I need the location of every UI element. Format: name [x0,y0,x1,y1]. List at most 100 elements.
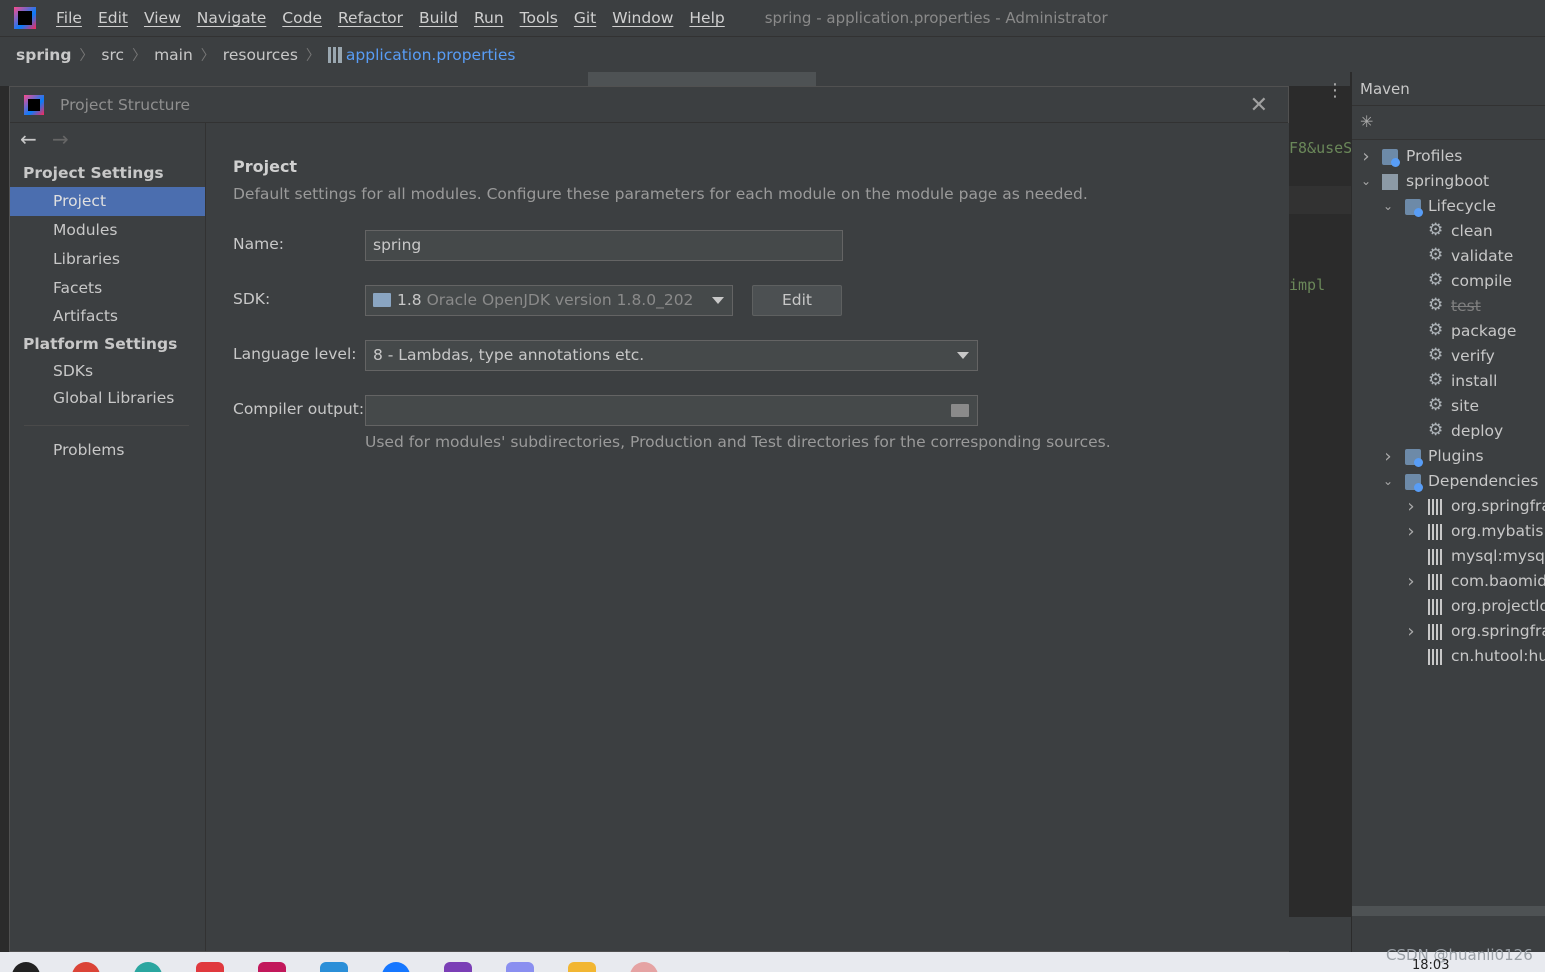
module-icon [1382,174,1398,190]
library-icon [1428,524,1444,540]
maven-tree-item[interactable]: › Plugins [1352,444,1545,469]
maven-tree-item[interactable]: › com.baomidc [1352,569,1545,594]
dialog-title: Project Structure [60,95,191,114]
language-level-dropdown[interactable]: 8 - Lambdas, type annotations etc. [365,340,978,371]
maven-tree-item[interactable]: ⚙ site [1352,394,1545,419]
chrome-icon[interactable] [72,962,100,972]
maven-tree-item[interactable]: › Profiles [1352,144,1545,169]
chevron-right-icon[interactable]: › [1405,494,1417,519]
nav-item-global-libraries[interactable]: Global Libraries [10,384,205,413]
maven-tree-item[interactable]: › org.springfra [1352,494,1545,519]
maven-tree-item[interactable]: ⚙ compile [1352,269,1545,294]
project-settings-content: Project Default settings for all modules… [207,123,1289,951]
chevron-right-icon[interactable]: › [1405,569,1417,594]
nav-item-modules[interactable]: Modules [10,216,205,245]
menu-file[interactable]: File [56,9,82,27]
maven-tree-item[interactable]: org.projectlo [1352,594,1545,619]
chevron-right-icon[interactable]: › [1405,619,1417,644]
nav-item-facets[interactable]: Facets [10,274,205,303]
app-icon[interactable] [630,962,658,972]
maven-tree-item[interactable]: ⚙ deploy [1352,419,1545,444]
sdk-dropdown[interactable]: 1.8 Oracle OpenJDK version 1.8.0_202 [365,285,733,316]
forward-arrow-icon[interactable]: → [52,127,69,151]
menu-edit[interactable]: Edit [98,9,128,27]
gear-icon: ⚙ [1428,370,1444,390]
breadcrumb-file[interactable]: application.properties [346,46,516,64]
gear-icon: ⚙ [1428,220,1444,240]
nav-item-sdks[interactable]: SDKs [10,358,205,384]
window-title: spring - application.properties - Admini… [764,9,1108,27]
library-icon [1428,624,1444,640]
gear-icon: ⚙ [1428,270,1444,290]
edge-icon[interactable] [134,962,162,972]
intellij-taskbar-icon[interactable] [258,962,286,972]
maven-toolbar: ✳ [1352,106,1545,140]
back-arrow-icon[interactable]: ← [20,127,37,151]
maven-tree-item[interactable]: ⚙ package [1352,319,1545,344]
menu-git[interactable]: Git [574,9,596,27]
chevron-right-icon[interactable]: › [1382,444,1394,469]
gear-icon: ⚙ [1428,320,1444,340]
close-icon[interactable]: ✕ [1250,93,1268,118]
maven-tree-item[interactable]: mysql:mysql- [1352,544,1545,569]
compiler-output-input[interactable] [365,395,978,426]
edit-sdk-button[interactable]: Edit [752,285,842,316]
maven-tree-item[interactable]: ⌄ Lifecycle [1352,194,1545,219]
breadcrumb-src[interactable]: src [101,46,124,64]
vscode-icon[interactable] [320,962,348,972]
maven-tree-item[interactable]: › org.springfra [1352,619,1545,644]
loading-spinner-icon: ✳ [1360,112,1374,131]
breadcrumb-project[interactable]: spring [16,46,71,64]
maven-tree-item[interactable]: ⌄ Dependencies [1352,469,1545,494]
menu-tools[interactable]: Tools [520,9,558,27]
app-icon[interactable] [568,962,596,972]
maven-tree-label: site [1451,397,1479,415]
dialog-header: Project Structure ✕ [10,87,1288,123]
intellij-logo-icon [24,94,44,115]
nav-section-project-settings: Project Settings [23,164,164,182]
maven-tree-item[interactable]: ⚙ clean [1352,219,1545,244]
qq-icon[interactable] [12,962,40,972]
maven-tree-item[interactable]: ⚙ verify [1352,344,1545,369]
menu-refactor[interactable]: Refactor [338,9,403,27]
maven-tree-item[interactable]: cn.hutool:hut [1352,644,1545,669]
language-level-value: 8 - Lambdas, type annotations etc. [373,346,645,364]
library-icon [1428,649,1444,665]
maven-tree-item[interactable]: ⌄ springboot [1352,169,1545,194]
chevron-down-icon[interactable]: ⌄ [1382,194,1394,219]
breadcrumb-main[interactable]: main [154,46,193,64]
app-icon[interactable] [506,962,534,972]
chevron-right-icon[interactable]: › [1360,144,1372,169]
menu-help[interactable]: Help [689,9,724,27]
name-input[interactable]: spring [365,230,843,261]
menu-run[interactable]: Run [474,9,504,27]
app-icon[interactable] [382,962,410,972]
menu-navigate[interactable]: Navigate [197,9,267,27]
nav-item-problems[interactable]: Problems [10,436,205,465]
menu-window[interactable]: Window [612,9,673,27]
menu-code[interactable]: Code [282,9,322,27]
maven-tree-label: verify [1451,347,1495,365]
compiler-output-hint: Used for modules' subdirectories, Produc… [365,433,1111,451]
maven-tree-item[interactable]: ⚙ validate [1352,244,1545,269]
more-options-icon[interactable]: ⋮ [1326,80,1344,101]
editor-tab-active[interactable] [588,72,816,86]
chevron-down-icon[interactable]: ⌄ [1382,469,1394,494]
horizontal-scrollbar[interactable] [1352,906,1545,916]
menu-build[interactable]: Build [419,9,458,27]
breadcrumb-resources[interactable]: resources [223,46,298,64]
language-level-label: Language level: [233,345,357,363]
maven-tree-label: Lifecycle [1428,197,1496,215]
nav-item-project[interactable]: Project [10,187,205,216]
maven-tree-item[interactable]: ⚙ test [1352,294,1545,319]
folder-browse-icon[interactable] [951,404,969,417]
nav-item-artifacts[interactable]: Artifacts [10,303,205,330]
menu-view[interactable]: View [144,9,181,27]
nav-item-libraries[interactable]: Libraries [10,245,205,274]
maven-tree-item[interactable]: ⚙ install [1352,369,1545,394]
maven-tree-item[interactable]: › org.mybatis.s [1352,519,1545,544]
app-icon[interactable] [196,962,224,972]
chevron-down-icon[interactable]: ⌄ [1360,169,1372,194]
visual-studio-icon[interactable] [444,962,472,972]
chevron-right-icon[interactable]: › [1405,519,1417,544]
